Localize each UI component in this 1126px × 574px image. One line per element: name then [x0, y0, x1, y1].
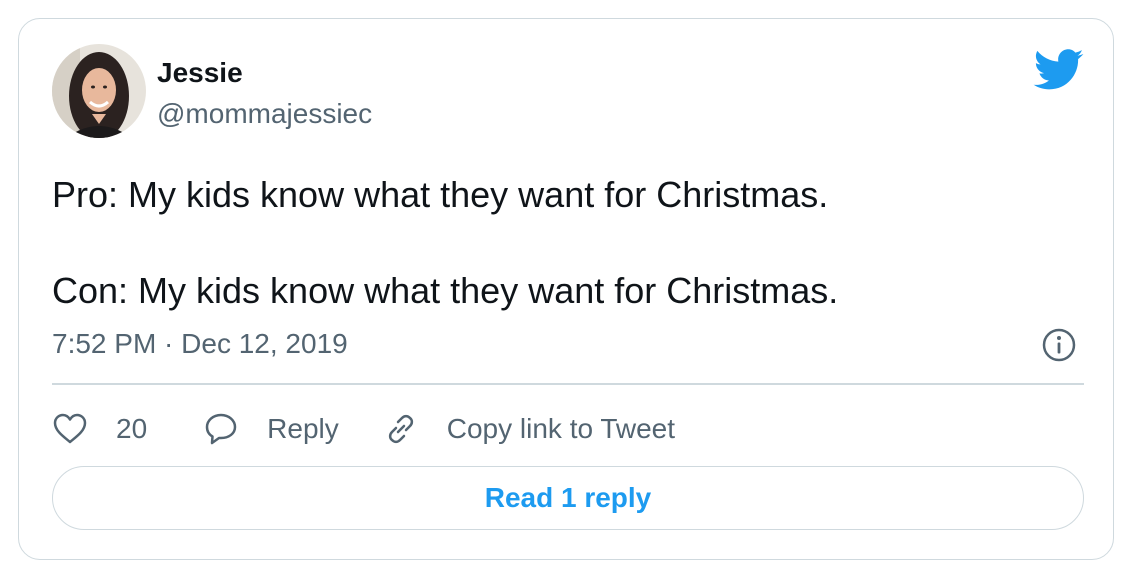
user-handle[interactable]: @mommajessiec: [157, 97, 372, 131]
copy-link-label: Copy link to Tweet: [446, 413, 676, 444]
link-icon: [388, 414, 413, 444]
copy-link-button[interactable]: Copy link to Tweet: [383, 411, 675, 447]
heart-icon: [53, 413, 87, 444]
tweet-line-pro: Pro: My kids know what they want for Chr…: [52, 174, 829, 215]
twitter-bird-icon[interactable]: [1033, 49, 1085, 91]
like-button[interactable]: 20: [52, 411, 147, 447]
tweet-line-con: Con: My kids know what they want for Chr…: [52, 270, 839, 311]
tweet-text: Pro: My kids know what they want for Chr…: [52, 171, 838, 315]
action-bar: 20 Reply Copy link to Tweet: [52, 404, 675, 454]
info-icon[interactable]: [1041, 327, 1077, 363]
speech-bubble-icon: [205, 413, 237, 445]
avatar[interactable]: [52, 44, 146, 138]
tweet-timestamp[interactable]: 7:52 PM · Dec 12, 2019: [52, 327, 348, 361]
tweet-card: Jessie @mommajessiec Pro: My kids know w…: [18, 18, 1114, 560]
read-replies-button[interactable]: Read 1 reply: [52, 466, 1084, 530]
reply-button[interactable]: Reply: [203, 411, 339, 447]
reply-label: Reply: [267, 413, 339, 444]
divider: [52, 383, 1084, 385]
display-name[interactable]: Jessie: [157, 56, 243, 90]
avatar-photo: [52, 44, 146, 138]
like-count: 20: [116, 413, 148, 444]
